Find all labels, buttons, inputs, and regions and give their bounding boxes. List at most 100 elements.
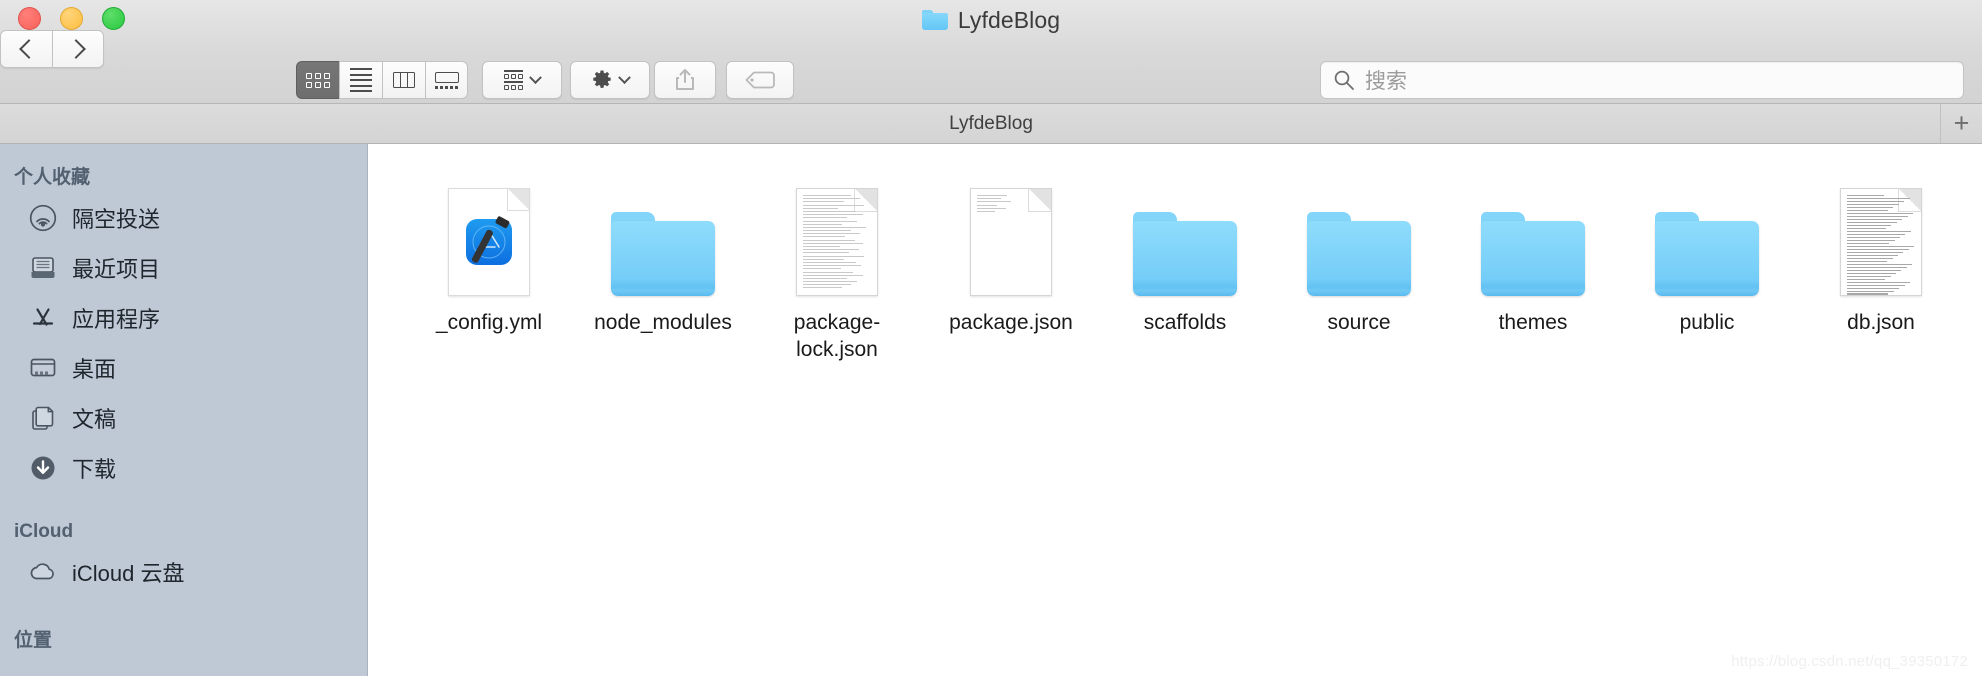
file-icon-wrap [1655, 176, 1759, 296]
documents-icon [28, 403, 58, 433]
file-name: _config.yml [435, 311, 543, 334]
sidebar-divider [0, 493, 367, 517]
chevron-down-icon [618, 70, 631, 84]
titlebar: LyfdeBlog 搜索 [0, 0, 1982, 104]
sidebar-item-airdrop[interactable]: 隔空投送 [0, 193, 367, 243]
file-item[interactable]: package-lock.json [750, 166, 924, 364]
file-item[interactable]: source [1272, 166, 1446, 364]
folder-icon [1655, 212, 1759, 296]
dense-document-icon [1840, 188, 1922, 296]
file-icon-wrap [970, 176, 1052, 296]
file-name: themes [1498, 311, 1568, 334]
icloud-icon [28, 557, 58, 587]
gear-icon [593, 70, 611, 88]
gallery-view-button[interactable] [425, 61, 468, 99]
recents-icon [28, 253, 58, 283]
file-item[interactable]: public [1620, 166, 1794, 364]
file-icon-wrap [611, 176, 715, 296]
file-icon-wrap [1307, 176, 1411, 296]
file-icon-wrap [796, 176, 878, 296]
sidebar-item-downloads[interactable]: 下载 [0, 443, 367, 493]
airdrop-icon [28, 203, 58, 233]
tab-bar: LyfdeBlog + [0, 104, 1982, 144]
sidebar-item-documents[interactable]: 文稿 [0, 393, 367, 443]
tag-icon [745, 71, 775, 89]
finder-window: LyfdeBlog 搜索 LyfdeBlog + 个人收藏 隔空投送 最近项目 … [0, 0, 1982, 676]
folder-icon [1307, 212, 1411, 296]
text-document-icon [796, 188, 878, 296]
file-item[interactable]: themes [1446, 166, 1620, 364]
sidebar-item-applications[interactable]: 应用程序 [0, 293, 367, 343]
sidebar-item-label: iCloud 云盘 [72, 561, 185, 586]
plain-document-icon [970, 188, 1052, 296]
chevron-right-icon [66, 39, 86, 59]
share-icon [676, 69, 694, 90]
desktop-icon [28, 353, 58, 383]
file-icon-wrap [448, 176, 530, 296]
file-grid-area[interactable]: _config.yml node_modules package-lock.js… [368, 144, 1982, 676]
window-body: 个人收藏 隔空投送 最近项目 应用程序 桌面 文稿 下载 iCloud iClo… [0, 144, 1982, 676]
active-tab[interactable]: LyfdeBlog [949, 113, 1033, 135]
action-menu-button[interactable] [570, 61, 650, 99]
file-name: scaffolds [1143, 311, 1227, 334]
sidebar-item-label: 桌面 [72, 357, 117, 382]
sidebar-header-icloud: iCloud [14, 521, 74, 542]
file-icon-wrap [1481, 176, 1585, 296]
file-name: node_modules [594, 311, 732, 334]
search-field[interactable]: 搜索 [1320, 61, 1964, 99]
file-name: package-lock.json [793, 311, 881, 361]
folder-icon [921, 10, 948, 30]
file-name: package.json [949, 311, 1073, 334]
xcode-document-icon [448, 188, 530, 296]
group-icon [504, 70, 523, 90]
grid-icon [306, 72, 330, 88]
sidebar-item-icloud-drive[interactable]: iCloud 云盘 [0, 547, 367, 597]
group-by-button[interactable] [482, 61, 562, 99]
sidebar-item-recents[interactable]: 最近项目 [0, 243, 367, 293]
share-button[interactable] [654, 61, 716, 99]
folder-icon [611, 212, 715, 296]
watermark: https://blog.csdn.net/qq_39350172 [1731, 653, 1968, 670]
applications-icon [28, 303, 58, 333]
sidebar-item-label: 隔空投送 [72, 207, 161, 232]
file-item[interactable]: scaffolds [1098, 166, 1272, 364]
sidebar-item-label: 应用程序 [72, 307, 161, 332]
sidebar-header-favorites: 个人收藏 [14, 167, 91, 188]
new-tab-button[interactable]: + [1940, 104, 1982, 143]
list-icon [350, 68, 372, 92]
file-item[interactable]: node_modules [576, 166, 750, 364]
file-item[interactable]: _config.yml [402, 166, 576, 364]
file-name: public [1679, 311, 1735, 334]
sidebar-divider [0, 597, 367, 621]
tag-button[interactable] [726, 61, 794, 99]
file-item[interactable]: db.json [1794, 166, 1968, 364]
sidebar-item-label: 下载 [72, 457, 117, 482]
search-placeholder: 搜索 [1365, 70, 1407, 93]
gallery-icon [434, 71, 459, 89]
forward-button[interactable] [52, 30, 104, 68]
chevron-left-icon [18, 39, 39, 59]
chevron-down-icon [529, 70, 542, 84]
folder-icon [1133, 212, 1237, 296]
folder-icon [1481, 212, 1585, 296]
sidebar-item-label: 文稿 [72, 407, 117, 432]
file-item[interactable]: package.json [924, 166, 1098, 364]
downloads-icon [28, 453, 58, 483]
file-icon-wrap [1133, 176, 1237, 296]
sidebar-item-label: 最近项目 [72, 257, 161, 282]
file-icon-wrap [1840, 176, 1922, 296]
file-name: source [1327, 311, 1391, 334]
view-mode-buttons [296, 61, 468, 99]
search-icon [1334, 70, 1354, 90]
file-grid: _config.yml node_modules package-lock.js… [368, 166, 1982, 364]
sidebar-header-locations: 位置 [14, 630, 53, 651]
list-view-button[interactable] [339, 61, 382, 99]
columns-icon [393, 72, 415, 88]
back-button[interactable] [0, 30, 52, 68]
file-name: db.json [1847, 311, 1915, 334]
icon-view-button[interactable] [296, 61, 339, 99]
column-view-button[interactable] [382, 61, 425, 99]
sidebar: 个人收藏 隔空投送 最近项目 应用程序 桌面 文稿 下载 iCloud iClo… [0, 144, 368, 676]
sidebar-item-desktop[interactable]: 桌面 [0, 343, 367, 393]
toolbar: 搜索 [0, 30, 1982, 99]
